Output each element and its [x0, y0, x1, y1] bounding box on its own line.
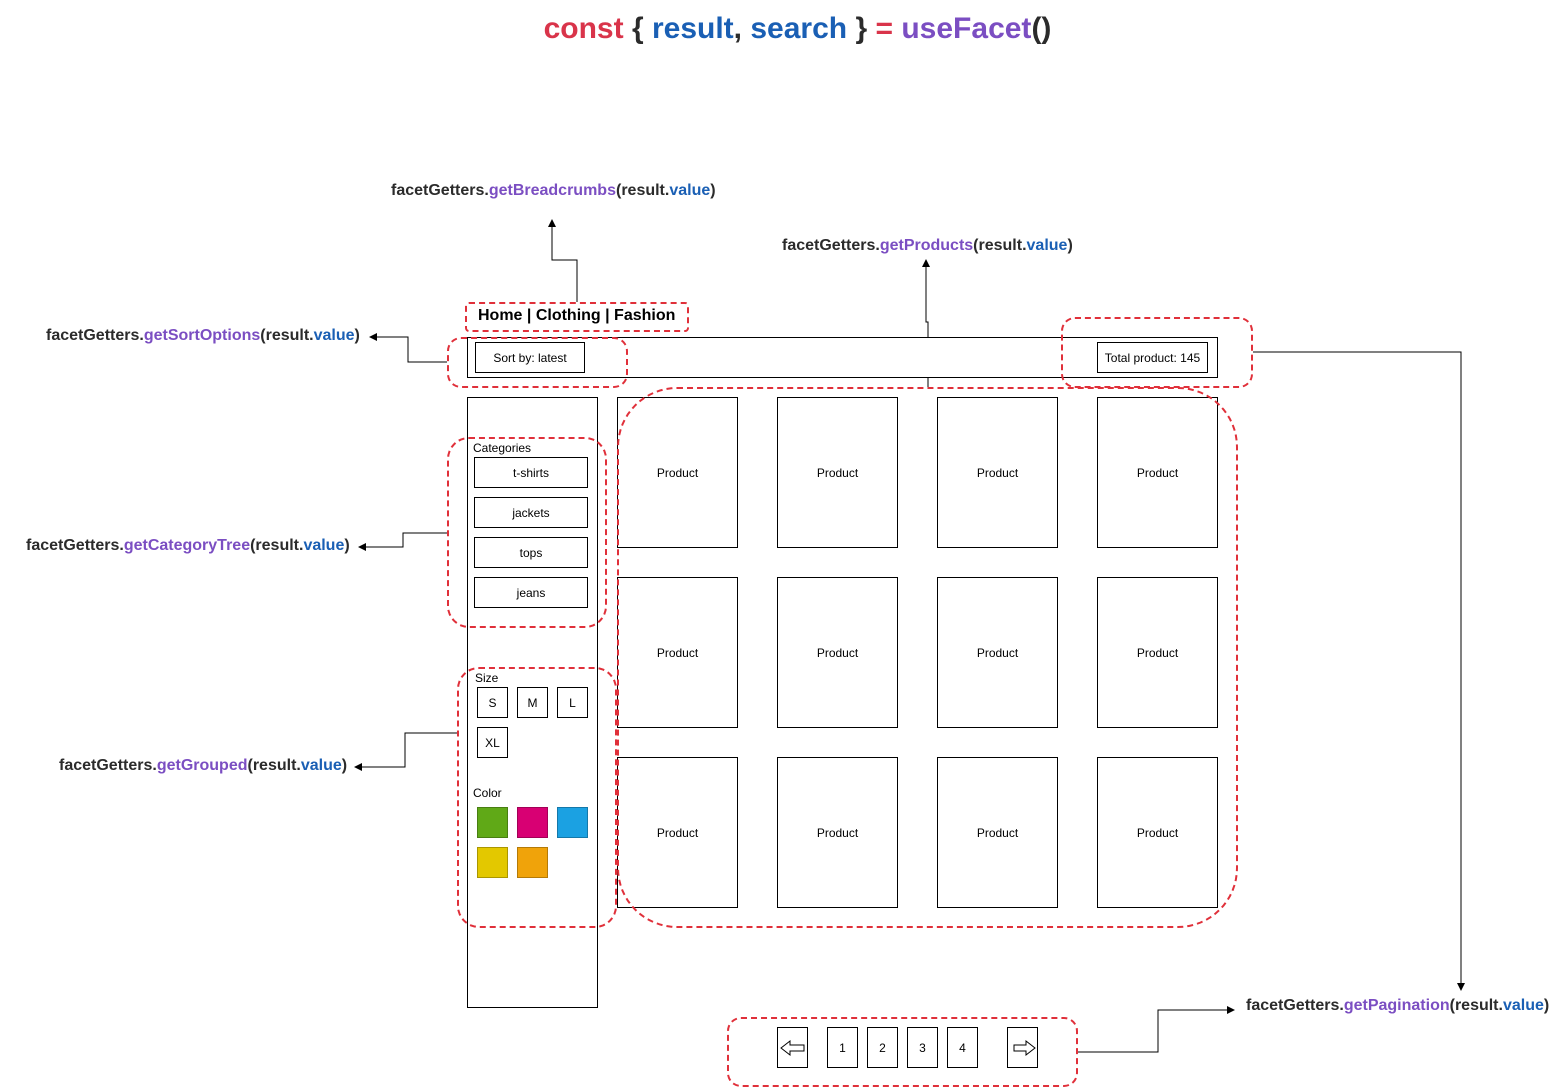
getter-fn: getCategoryTree — [123, 537, 251, 554]
color-swatch-orange[interactable] — [517, 847, 548, 878]
title-search: search — [750, 12, 848, 45]
getter-fn: getPagination — [1343, 997, 1450, 1014]
getter-fn: getGrouped — [156, 757, 248, 774]
getter-prefix: facetGetters. — [46, 327, 144, 344]
product-card[interactable]: Product — [777, 397, 898, 548]
getter-fn: getBreadcrumbs — [488, 182, 616, 199]
product-card[interactable]: Product — [617, 757, 738, 908]
color-swatch-magenta[interactable] — [517, 807, 548, 838]
categories-heading: Categories — [473, 441, 532, 455]
getter-close: ) — [1543, 997, 1550, 1014]
category-item[interactable]: jackets — [474, 497, 588, 528]
getter-value: value — [300, 757, 342, 774]
connector-category — [358, 532, 447, 551]
size-option[interactable]: M — [517, 687, 548, 718]
pagination-page[interactable]: 4 — [947, 1027, 978, 1068]
getter-fn: getSortOptions — [143, 327, 261, 344]
category-item[interactable]: t-shirts — [474, 457, 588, 488]
color-swatch-blue[interactable] — [557, 807, 588, 838]
getter-fn: getProducts — [879, 237, 974, 254]
getter-arg: (result. — [260, 327, 314, 344]
title-parens: () — [1031, 12, 1052, 45]
diagram-title: const { result, search } = useFacet() — [0, 12, 1561, 46]
getter-arg: (result. — [1449, 997, 1503, 1014]
title-result: result — [651, 12, 734, 45]
category-item[interactable]: tops — [474, 537, 588, 568]
product-card[interactable]: Product — [777, 757, 898, 908]
product-card[interactable]: Product — [1097, 397, 1218, 548]
breadcrumb[interactable]: Home | Clothing | Fashion — [478, 307, 675, 325]
product-card[interactable]: Product — [617, 397, 738, 548]
getter-close: ) — [710, 182, 716, 199]
product-card[interactable]: Product — [777, 577, 898, 728]
getter-close: ) — [341, 757, 348, 774]
getter-arg: (result. — [615, 182, 670, 199]
size-option[interactable]: S — [477, 687, 508, 718]
color-swatch-yellow[interactable] — [477, 847, 508, 878]
getter-value: value — [303, 537, 345, 554]
color-heading: Color — [473, 786, 502, 800]
connector-sort — [369, 333, 447, 363]
getter-grouped: facetGetters.getGrouped(result.value) — [59, 757, 347, 775]
getter-prefix: facetGetters. — [1246, 997, 1344, 1014]
product-card[interactable]: Product — [1097, 577, 1218, 728]
total-products: Total product: 145 — [1097, 342, 1208, 373]
product-card[interactable]: Product — [937, 577, 1058, 728]
getter-value: value — [669, 182, 711, 199]
getter-value: value — [1026, 237, 1068, 254]
connector-pagination — [1078, 1006, 1235, 1053]
getter-arg: (result. — [247, 757, 301, 774]
product-card[interactable]: Product — [617, 577, 738, 728]
product-card[interactable]: Product — [1097, 757, 1218, 908]
color-swatch-green[interactable] — [477, 807, 508, 838]
size-heading: Size — [475, 671, 499, 685]
getter-close: ) — [1067, 237, 1073, 254]
getter-sort-options: facetGetters.getSortOptions(result.value… — [46, 327, 360, 345]
pagination-prev-button[interactable] — [777, 1027, 808, 1068]
getter-arg: (result. — [250, 537, 304, 554]
title-equals: = — [875, 12, 894, 45]
title-const: const — [543, 12, 624, 45]
getter-prefix: facetGetters. — [391, 182, 489, 199]
title-close-brace: } — [855, 12, 868, 45]
getter-arg: (result. — [973, 237, 1027, 254]
pagination-page[interactable]: 3 — [907, 1027, 938, 1068]
pagination-page[interactable]: 1 — [827, 1027, 858, 1068]
getter-close: ) — [344, 537, 350, 554]
getter-pagination: facetGetters.getPagination(result.value) — [1246, 997, 1549, 1015]
title-fn: useFacet — [901, 12, 1032, 45]
arrow-right-icon — [1013, 1039, 1036, 1056]
category-item[interactable]: jeans — [474, 577, 588, 608]
arrow-left-icon — [779, 1039, 804, 1056]
sort-select[interactable]: Sort by: latest — [475, 342, 585, 373]
size-option[interactable]: XL — [477, 727, 508, 758]
title-open-brace: { — [631, 12, 644, 45]
connector-grouped — [354, 732, 457, 771]
pagination-next-button[interactable] — [1007, 1027, 1038, 1068]
product-card[interactable]: Product — [937, 757, 1058, 908]
getter-category-tree: facetGetters.getCategoryTree(result.valu… — [26, 537, 350, 555]
getter-close: ) — [354, 327, 360, 344]
pagination-page[interactable]: 2 — [867, 1027, 898, 1068]
product-card[interactable]: Product — [937, 397, 1058, 548]
getter-prefix: facetGetters. — [26, 537, 124, 554]
connector-breadcrumbs — [548, 219, 578, 302]
getter-prefix: facetGetters. — [782, 237, 880, 254]
getter-prefix: facetGetters. — [59, 757, 157, 774]
getter-value: value — [313, 327, 355, 344]
getter-products: facetGetters.getProducts(result.value) — [782, 237, 1073, 255]
size-option[interactable]: L — [557, 687, 588, 718]
connector-total — [1253, 351, 1465, 991]
getter-breadcrumbs: facetGetters.getBreadcrumbs(result.value… — [391, 182, 716, 200]
title-comma: , — [733, 12, 743, 45]
getter-value: value — [1502, 997, 1544, 1014]
